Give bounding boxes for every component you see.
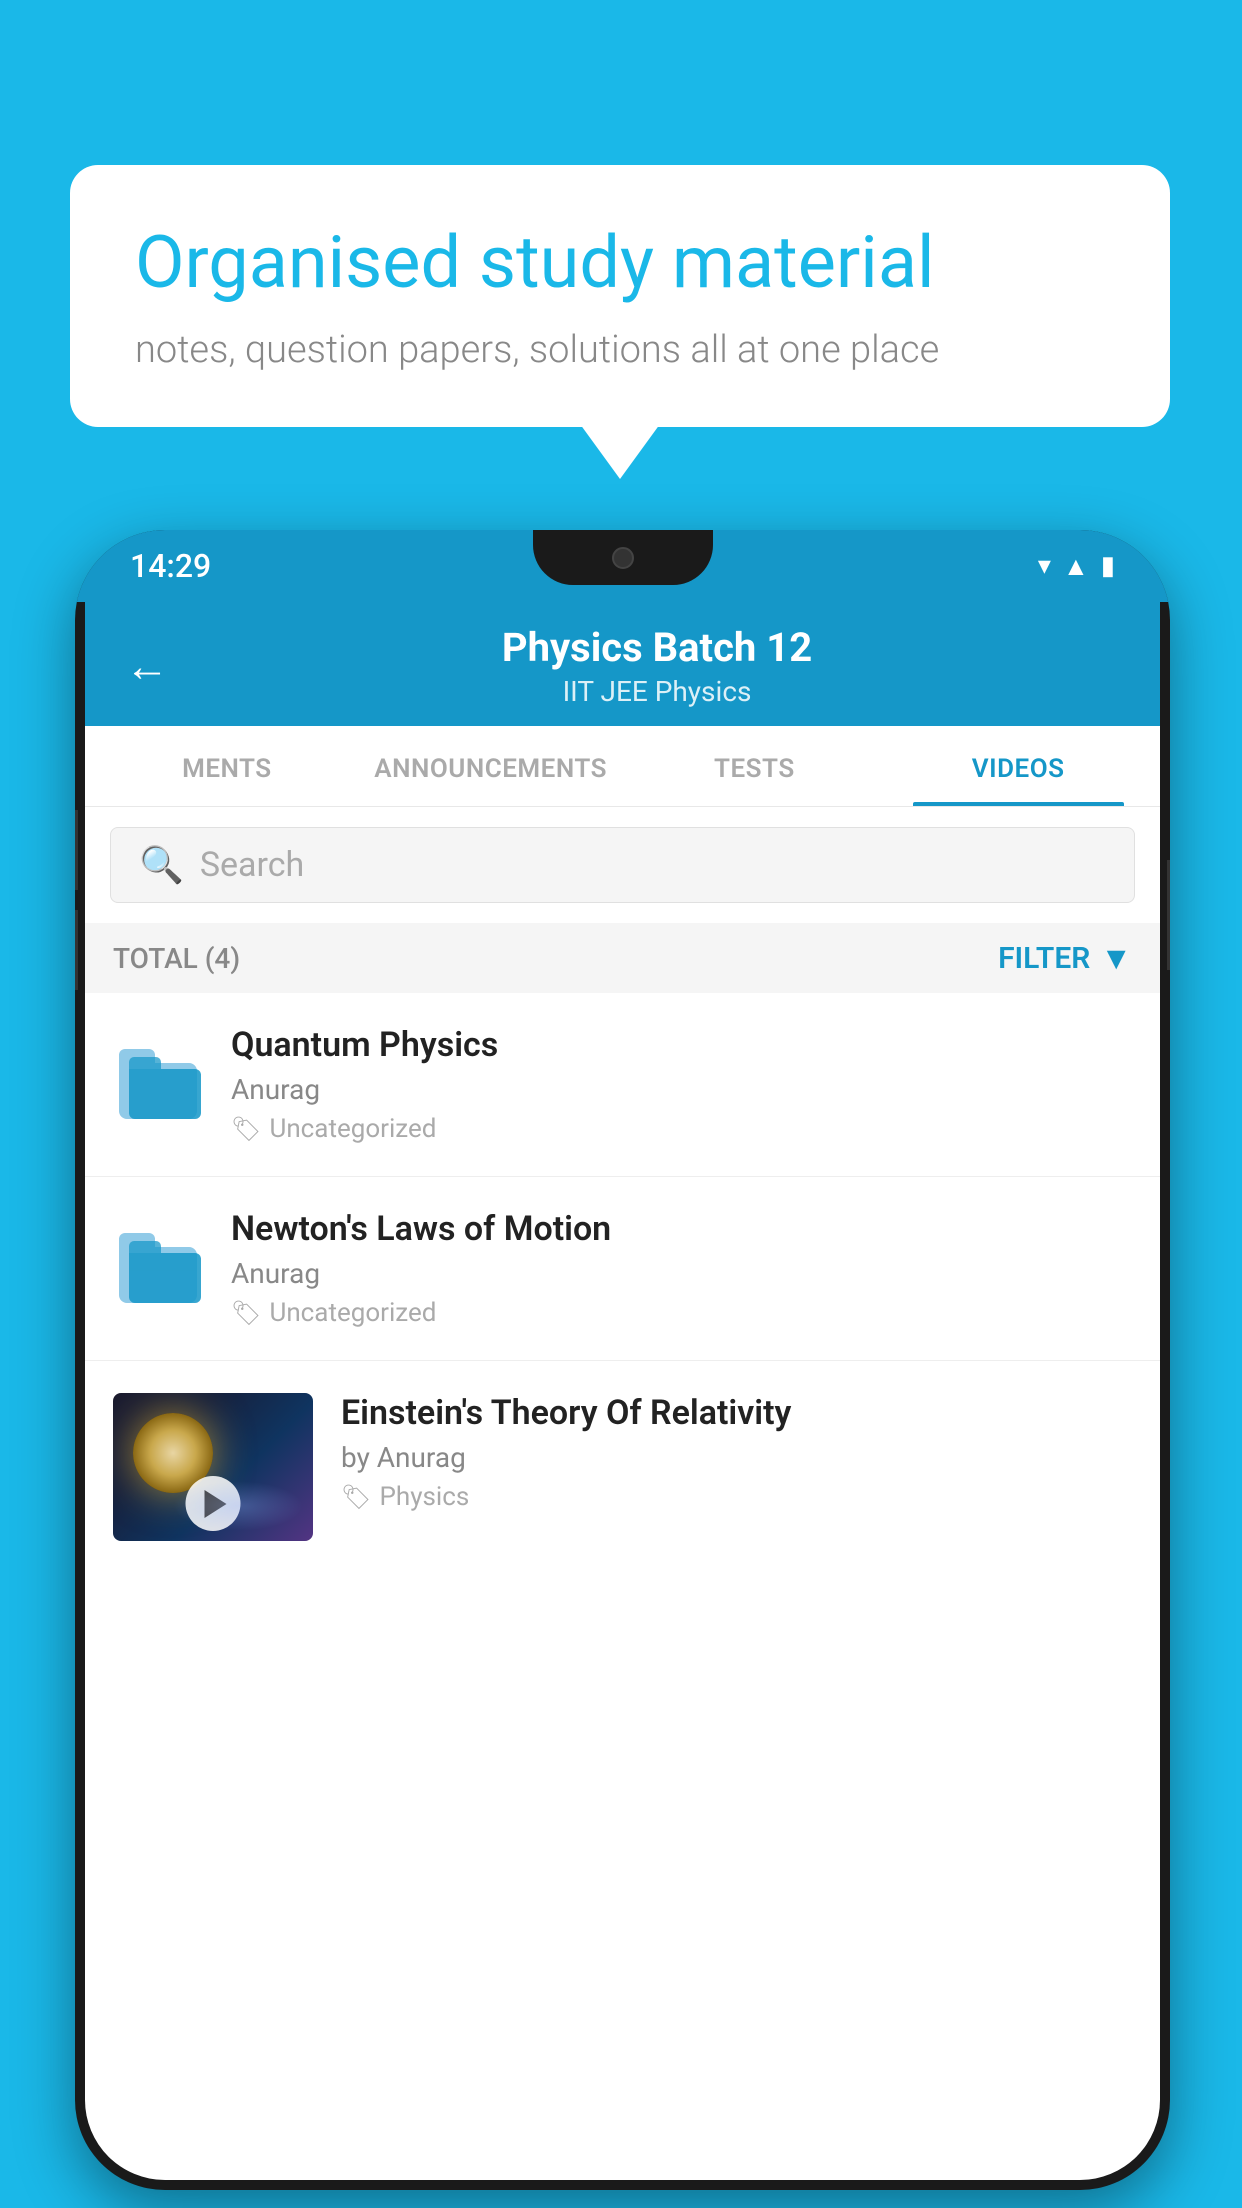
video-author-3: by Anurag: [341, 1441, 1132, 1474]
video-thumbnail-2: [113, 1224, 203, 1314]
video-title-2: Newton's Laws of Motion: [231, 1209, 1132, 1249]
phone-frame: 14:29 ▾ ▲ ▮ ← Physics Batch 12 IIT JEE P…: [75, 530, 1170, 2190]
tag-icon: 🏷: [231, 1115, 261, 1143]
search-container: 🔍 Search: [85, 807, 1160, 923]
front-camera: [612, 547, 634, 569]
folder-icon: [119, 1235, 197, 1303]
total-count: TOTAL (4): [113, 942, 240, 975]
video-tag-1: 🏷 Uncategorized: [231, 1114, 1132, 1144]
filter-icon: ▼: [1100, 939, 1132, 977]
bubble-title: Organised study material: [135, 220, 1105, 306]
filter-bar: TOTAL (4) FILTER ▼: [85, 923, 1160, 993]
back-button[interactable]: ←: [125, 640, 169, 692]
tabs-bar: MENTS ANNOUNCEMENTS TESTS VIDEOS: [85, 726, 1160, 807]
list-item[interactable]: Einstein's Theory Of Relativity by Anura…: [85, 1361, 1160, 1541]
app-header: ← Physics Batch 12 IIT JEE Physics: [85, 602, 1160, 726]
video-tag-3: 🏷 Physics: [341, 1482, 1132, 1512]
tag-icon: 🏷: [231, 1299, 261, 1327]
header-main-title: Physics Batch 12: [194, 624, 1120, 671]
tab-ments[interactable]: MENTS: [95, 726, 359, 806]
header-subtitle: IIT JEE Physics: [194, 675, 1120, 708]
video-author-1: Anurag: [231, 1073, 1132, 1106]
power-button: [1167, 860, 1170, 970]
video-tag-2: 🏷 Uncategorized: [231, 1298, 1132, 1328]
video-title-3: Einstein's Theory Of Relativity: [341, 1393, 1132, 1433]
status-time: 14:29: [130, 547, 211, 585]
tab-videos[interactable]: VIDEOS: [886, 726, 1150, 806]
filter-label: FILTER: [998, 941, 1090, 976]
video-list: Quantum Physics Anurag 🏷 Uncategorized: [85, 993, 1160, 1541]
search-input[interactable]: Search: [200, 845, 304, 885]
bubble-subtitle: notes, question papers, solutions all at…: [135, 328, 1105, 372]
volume-up-button: [75, 810, 78, 890]
tag-icon: 🏷: [341, 1483, 371, 1511]
video-info-3: Einstein's Theory Of Relativity by Anura…: [341, 1393, 1132, 1512]
folder-front: [129, 1253, 201, 1303]
tag-label-1: Uncategorized: [269, 1114, 436, 1144]
tag-label-2: Uncategorized: [269, 1298, 436, 1328]
volume-down-button: [75, 910, 78, 990]
list-item[interactable]: Newton's Laws of Motion Anurag 🏷 Uncateg…: [85, 1177, 1160, 1361]
battery-icon: ▮: [1101, 551, 1115, 581]
list-item[interactable]: Quantum Physics Anurag 🏷 Uncategorized: [85, 993, 1160, 1177]
tag-label-3: Physics: [379, 1482, 469, 1512]
signal-icon: ▲: [1063, 551, 1089, 582]
play-icon: [204, 1490, 226, 1518]
phone-notch: [533, 530, 713, 585]
search-bar[interactable]: 🔍 Search: [110, 827, 1135, 903]
folder-icon: [119, 1051, 197, 1119]
search-icon: 🔍: [139, 844, 184, 886]
folder-front: [129, 1069, 201, 1119]
play-button[interactable]: [186, 1476, 241, 1531]
video-info-1: Quantum Physics Anurag 🏷 Uncategorized: [231, 1025, 1132, 1144]
tab-announcements[interactable]: ANNOUNCEMENTS: [359, 726, 623, 806]
speech-bubble: Organised study material notes, question…: [70, 165, 1170, 427]
filter-button[interactable]: FILTER ▼: [998, 939, 1132, 977]
phone-screen: ← Physics Batch 12 IIT JEE Physics MENTS…: [85, 602, 1160, 2180]
video-info-2: Newton's Laws of Motion Anurag 🏷 Uncateg…: [231, 1209, 1132, 1328]
video-author-2: Anurag: [231, 1257, 1132, 1290]
tab-tests[interactable]: TESTS: [623, 726, 887, 806]
video-title-1: Quantum Physics: [231, 1025, 1132, 1065]
header-title-block: Physics Batch 12 IIT JEE Physics: [194, 624, 1120, 708]
wifi-icon: ▾: [1038, 551, 1051, 581]
video-thumbnail-3: [113, 1393, 313, 1541]
status-icons: ▾ ▲ ▮: [1038, 551, 1115, 582]
video-thumbnail-1: [113, 1040, 203, 1130]
